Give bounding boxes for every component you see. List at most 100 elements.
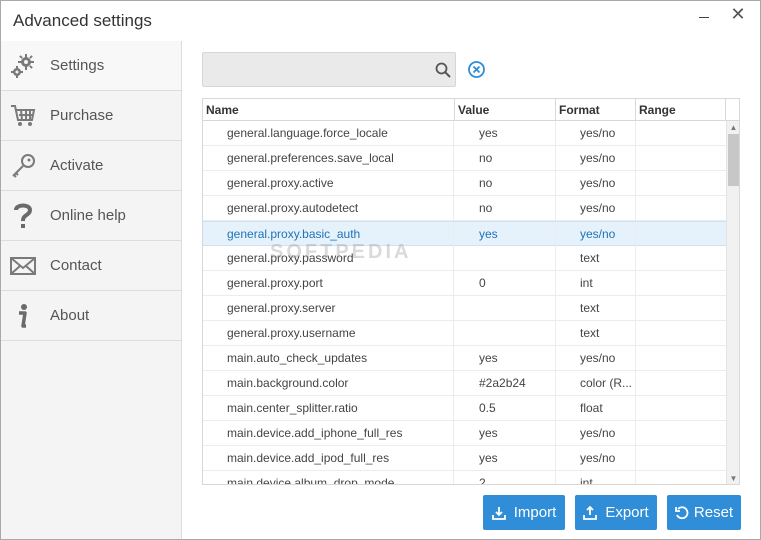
cell-value — [455, 321, 556, 345]
close-icon: ✕ — [730, 3, 746, 24]
cell-format: yes/no — [556, 171, 636, 195]
table-header: Name Value Format Range — [203, 99, 739, 121]
cell-name: general.proxy.port — [203, 271, 454, 295]
cell-range — [636, 446, 726, 470]
undo-icon — [675, 505, 689, 520]
cell-format: yes/no — [556, 222, 636, 246]
scroll-down-arrow-icon[interactable]: ▼ — [727, 472, 739, 484]
reset-label: Reset — [693, 504, 734, 521]
vertical-scrollbar[interactable]: ▲ ▼ — [726, 121, 739, 484]
table-row[interactable]: general.proxy.username text — [203, 321, 726, 346]
cell-format: text — [556, 296, 636, 320]
table-row[interactable]: main.device.album_drop_mode 2 int — [203, 471, 726, 484]
table-row[interactable]: main.device.add_ipod_full_res yes yes/no — [203, 446, 726, 471]
cell-name: main.background.color — [203, 371, 454, 395]
sidebar-item-about[interactable]: About — [1, 291, 181, 341]
cell-value: no — [455, 196, 556, 220]
export-button[interactable]: Export — [575, 495, 657, 530]
cell-range — [636, 471, 726, 484]
column-header-format[interactable]: Format — [556, 99, 636, 121]
cell-value: yes — [455, 446, 556, 470]
download-icon — [491, 506, 506, 520]
cell-range — [636, 371, 726, 395]
cart-icon — [1, 103, 45, 129]
table-row[interactable]: general.proxy.active no yes/no — [203, 171, 726, 196]
table-row[interactable]: main.center_splitter.ratio 0.5 float — [203, 396, 726, 421]
sidebar-item-activate[interactable]: Activate — [1, 141, 181, 191]
cell-range — [636, 346, 726, 370]
cell-name: main.auto_check_updates — [203, 346, 454, 370]
table-row[interactable]: general.proxy.autodetect no yes/no — [203, 196, 726, 221]
sidebar-item-label: Settings — [50, 57, 105, 74]
cell-name: general.proxy.autodetect — [203, 196, 454, 220]
table-row[interactable]: main.device.add_iphone_full_res yes yes/no — [203, 421, 726, 446]
sidebar-item-label: Contact — [50, 257, 102, 274]
scrollbar-thumb[interactable] — [728, 134, 739, 186]
table-row[interactable]: general.proxy.password text — [203, 246, 726, 271]
cell-format: text — [556, 246, 636, 270]
table-row[interactable]: general.proxy.port 0 int — [203, 271, 726, 296]
cell-name: main.device.album_drop_mode — [203, 471, 454, 484]
cell-value — [455, 296, 556, 320]
window-title: Advanced settings — [13, 11, 152, 30]
cell-name: general.language.force_locale — [203, 121, 454, 145]
clear-search-button[interactable] — [467, 60, 486, 79]
cell-name: main.center_splitter.ratio — [203, 396, 454, 420]
search-input[interactable] — [209, 60, 423, 80]
sidebar-item-online-help[interactable]: Online help — [1, 191, 181, 241]
sidebar-item-contact[interactable]: Contact — [1, 241, 181, 291]
sidebar: Settings Purchase Activate Online help C… — [1, 41, 182, 539]
cell-name: general.proxy.server — [203, 296, 454, 320]
info-icon — [1, 302, 45, 330]
clear-circle-icon — [468, 61, 485, 78]
export-label: Export — [605, 504, 649, 521]
cell-range — [636, 171, 726, 195]
gears-icon — [1, 52, 45, 80]
cell-format: yes/no — [556, 146, 636, 170]
cell-value: yes — [455, 121, 556, 145]
sidebar-item-label: Online help — [50, 207, 126, 224]
cell-format: float — [556, 396, 636, 420]
reset-button[interactable]: Reset — [667, 495, 741, 530]
search-box[interactable] — [202, 52, 456, 87]
column-header-range[interactable]: Range — [636, 99, 726, 121]
cell-range — [636, 196, 726, 220]
sidebar-item-settings[interactable]: Settings — [1, 41, 181, 91]
cell-format: color (R... — [556, 371, 636, 395]
cell-range — [636, 146, 726, 170]
title-bar: Advanced settings ✕ — [1, 1, 760, 41]
cell-format: yes/no — [556, 121, 636, 145]
key-icon — [1, 152, 45, 180]
cell-name: general.proxy.username — [203, 321, 454, 345]
import-button[interactable]: Import — [483, 495, 565, 530]
cell-range — [636, 421, 726, 445]
scroll-up-arrow-icon[interactable]: ▲ — [727, 121, 739, 133]
cell-range — [636, 296, 726, 320]
cell-value: 0 — [455, 271, 556, 295]
question-icon — [1, 201, 45, 231]
sidebar-item-label: Activate — [50, 157, 104, 174]
cell-name: general.preferences.save_local — [203, 146, 454, 170]
cell-format: int — [556, 271, 636, 295]
search-icon[interactable] — [435, 62, 451, 78]
table-body: general.language.force_locale yes yes/no ge… — [203, 121, 726, 484]
settings-table: Name Value Format Range general.language… — [202, 98, 740, 485]
cell-value: yes — [455, 346, 556, 370]
table-row[interactable]: general.proxy.basic_auth yes yes/no — [203, 221, 726, 246]
cell-format: yes/no — [556, 346, 636, 370]
column-header-name[interactable]: Name — [203, 99, 455, 121]
sidebar-item-purchase[interactable]: Purchase — [1, 91, 181, 141]
cell-value: yes — [455, 222, 556, 246]
cell-format: text — [556, 321, 636, 345]
main-content: Name Value Format Range general.language… — [182, 41, 760, 539]
table-row[interactable]: main.background.color #2a2b24 color (R... — [203, 371, 726, 396]
table-row[interactable]: general.language.force_locale yes yes/no — [203, 121, 726, 146]
minimize-button[interactable] — [691, 5, 717, 23]
column-header-value[interactable]: Value — [455, 99, 556, 121]
table-row[interactable]: main.auto_check_updates yes yes/no — [203, 346, 726, 371]
cell-format: yes/no — [556, 446, 636, 470]
table-row[interactable]: general.proxy.server text — [203, 296, 726, 321]
table-row[interactable]: general.preferences.save_local no yes/no — [203, 146, 726, 171]
close-button[interactable]: ✕ — [725, 3, 751, 24]
cell-name: main.device.add_ipod_full_res — [203, 446, 454, 470]
